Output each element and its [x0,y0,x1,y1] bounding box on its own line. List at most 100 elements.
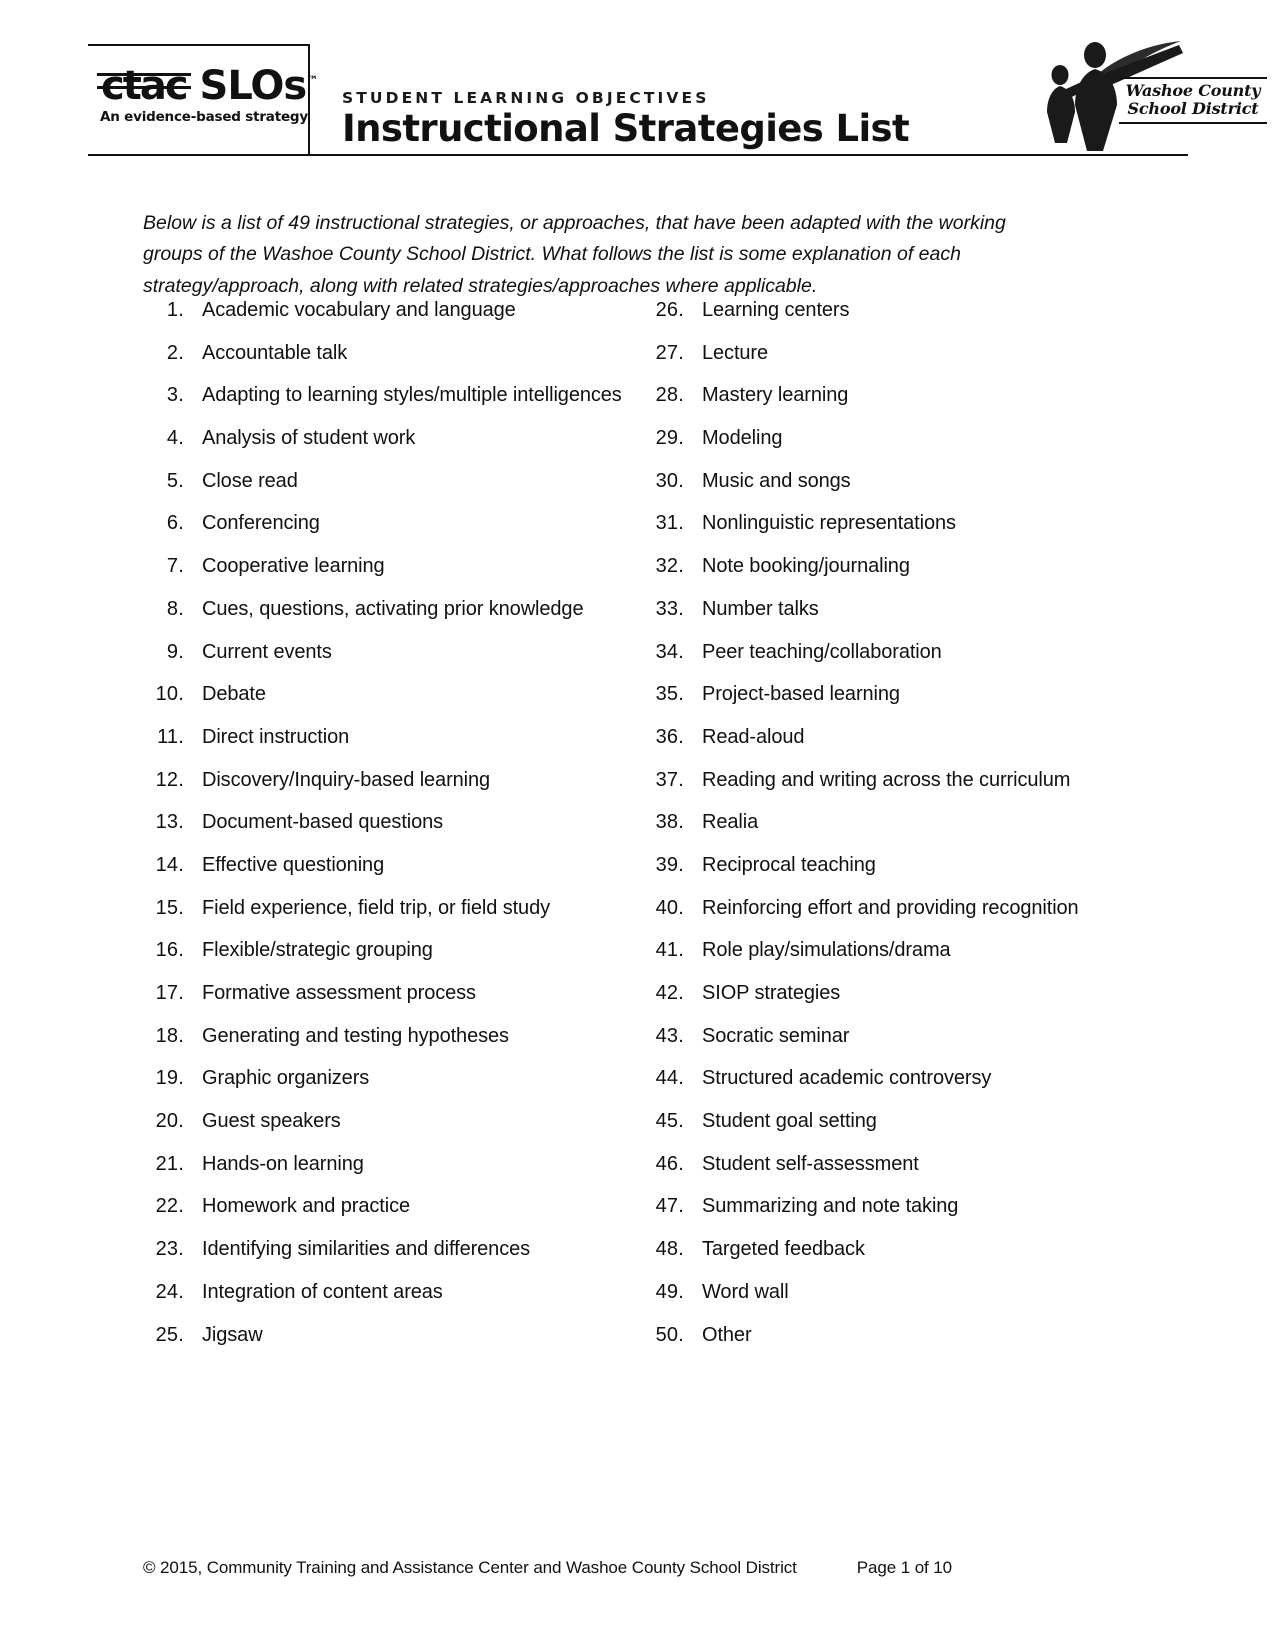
list-item-label: Generating and testing hypotheses [202,1024,509,1047]
list-item-number: 2. [166,341,184,364]
list-item-label: Discovery/Inquiry-based learning [202,768,491,791]
list-item-label: Peer teaching/collaboration [702,640,942,663]
list-item: 34. Peer teaching/collaboration [640,642,1120,685]
list-item: 22. Homework and practice [140,1196,640,1239]
list-item-number: 14. [155,853,184,876]
list-item-label: Music and songs [702,469,851,492]
list-item-label: Reading and writing across the curriculu… [702,768,1071,791]
list-item: 41. Role play/simulations/drama [640,940,1120,983]
list-item-label: Guest speakers [202,1110,341,1133]
list-item: 33. Number talks [640,599,1120,642]
list-item-number: 50. [655,1323,684,1346]
list-item: 50. Other [640,1325,1120,1368]
list-item-number: 48. [655,1238,684,1261]
list-item: 15. Field experience, field trip, or fiel… [140,898,640,941]
list-item: 35. Project-based learning [640,684,1120,727]
list-item-label: Project-based learning [702,683,900,706]
list-item-label: Summarizing and note taking [702,1195,959,1218]
list-item-label: Flexible/strategic grouping [202,939,433,962]
list-item: 16. Flexible/strategic grouping [140,940,640,983]
list-item: 6. Conferencing [140,513,640,556]
list-item-number: 38. [655,811,684,834]
strategies-column-left: 1. Academic vocabulary and language 2. Acco… [140,300,640,1367]
list-item: 37. Reading and writing across the curric… [640,770,1120,813]
list-item-number: 8. [166,597,184,620]
list-item: 27. Lecture [640,343,1120,386]
list-item-number: 4. [166,427,184,450]
list-item-number: 29. [655,427,684,450]
list-item-label: Effective questioning [202,853,385,876]
list-item-number: 33. [655,597,684,620]
list-item-number: 5. [166,469,184,492]
list-item-number: 23. [155,1238,184,1261]
list-item-label: Socratic seminar [702,1024,850,1047]
list-item-number: 37. [655,768,684,791]
list-item-label: Graphic organizers [202,1067,370,1090]
list-item: 42. SIOP strategies [640,983,1120,1026]
list-item: 36. Read-aloud [640,727,1120,770]
list-item-number: 6. [166,512,184,535]
list-item: 3. Adapting to learning styles/multiple i… [140,385,640,428]
header-divider [88,154,1188,156]
list-item-label: Jigsaw [202,1323,263,1346]
list-item-number: 1. [166,299,184,321]
list-item-number: 30. [655,469,684,492]
document-footer: © 2015, Community Training and Assistanc… [143,1558,1143,1578]
list-item: 18. Generating and testing hypotheses [140,1026,640,1069]
list-item-number: 46. [655,1152,684,1175]
list-item: 39. Reciprocal teaching [640,855,1120,898]
wcsd-text-lockup: Washoe County School District [1119,77,1267,124]
list-item-number: 16. [155,939,184,962]
footer-copyright: © 2015, Community Training and Assistanc… [143,1558,797,1577]
list-item-number: 24. [155,1280,184,1303]
list-item-number: 10. [155,683,184,706]
list-item: 40. Reinforcing effort and providing reco… [640,898,1120,941]
list-item-number: 13. [155,811,184,834]
list-item-label: Realia [702,811,759,834]
list-item: 48. Targeted feedback [640,1239,1120,1282]
list-item: 12. Discovery/Inquiry-based learning [140,770,640,813]
list-item: 23. Identifying similarities and differen… [140,1239,640,1282]
list-item-number: 35. [655,683,684,706]
document-header: ctac SLOs™ An evidence-based strategy ST… [0,0,1275,165]
list-item-label: Number talks [702,597,819,620]
wcsd-line-2: School District [1127,98,1259,118]
list-item-number: 25. [155,1323,184,1346]
list-item: 8. Cues, questions, activating prior know… [140,599,640,642]
intro-paragraph: Below is a list of 49 instructional stra… [143,211,1006,297]
list-item: 38. Realia [640,812,1120,855]
list-item-number: 3. [166,384,184,407]
list-item-label: Academic vocabulary and language [202,299,516,321]
list-item-label: Word wall [702,1280,789,1303]
list-item-label: Current events [202,640,332,663]
list-item-label: Adapting to learning styles/multiple int… [202,384,622,407]
list-item-label: Direct instruction [202,725,350,748]
list-item-number: 15. [155,896,184,919]
list-item: 10. Debate [140,684,640,727]
list-item-number: 11. [157,725,184,748]
list-item: 24. Integration of content areas [140,1282,640,1325]
list-item-number: 45. [655,1110,684,1133]
list-item: 43. Socratic seminar [640,1026,1120,1069]
list-item-number: 7. [166,555,184,578]
list-item-number: 27. [655,341,684,364]
list-item: 17. Formative assessment process [140,983,640,1026]
list-item-label: Document-based questions [202,811,444,834]
ctac-slos-logo: ctac SLOs™ An evidence-based strategy [88,44,318,154]
list-item: 7. Cooperative learning [140,556,640,599]
list-item-label: Hands-on learning [202,1152,364,1175]
list-item-label: Student self-assessment [702,1152,919,1175]
list-item: 26. Learning centers [640,300,1120,343]
list-item-label: Homework and practice [202,1195,410,1218]
ctac-wordmark: ctac [97,63,191,109]
list-item: 30. Music and songs [640,471,1120,514]
list-item-label: Mastery learning [702,384,849,407]
list-item-number: 9. [166,640,184,663]
list-item-label: Reinforcing effort and providing recogni… [702,896,1079,919]
list-item-label: Nonlinguistic representations [702,512,956,535]
document-page: ctac SLOs™ An evidence-based strategy ST… [0,0,1275,1650]
list-item-number: 17. [155,982,184,1004]
strategies-column-right: 26. Learning centers 27. Lecture 28. Mastery … [640,300,1120,1367]
list-item-number: 42. [655,982,684,1004]
list-item-number: 47. [655,1195,684,1218]
